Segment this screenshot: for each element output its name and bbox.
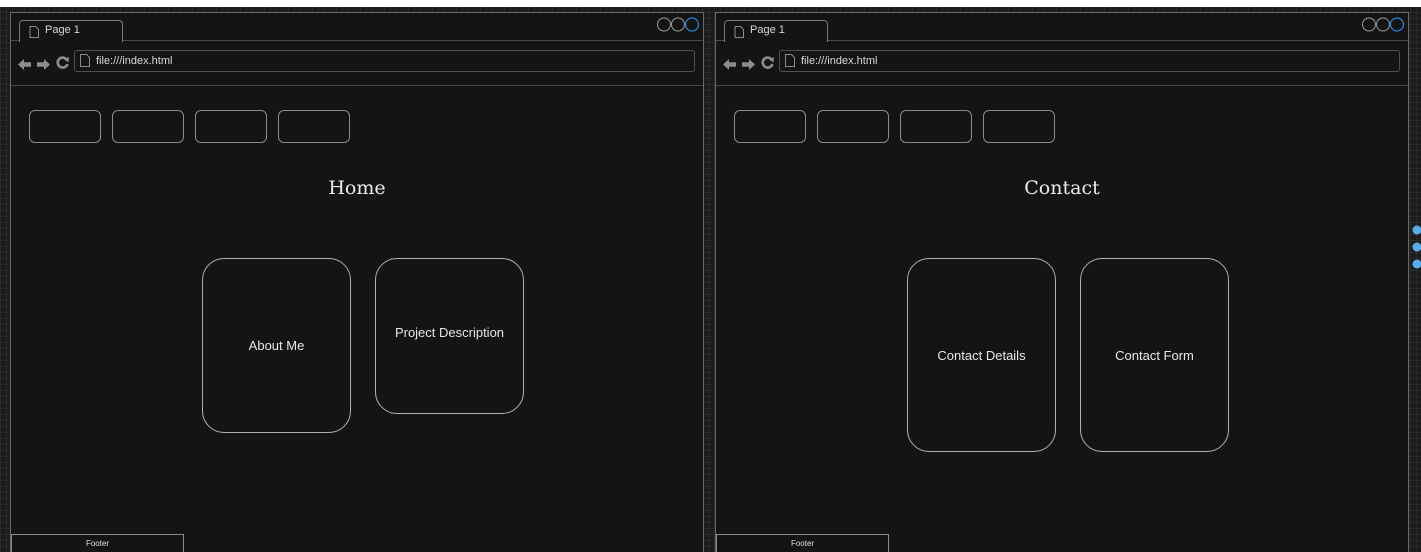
circle-icon — [1376, 17, 1390, 32]
nav-button-4[interactable] — [278, 110, 350, 143]
circle-icon — [1362, 17, 1376, 32]
footer: Footer — [716, 534, 889, 552]
address-bar: file:///index.html — [11, 41, 703, 86]
top-strip — [0, 0, 1421, 7]
page-title: Contact — [1024, 177, 1100, 199]
circle-icon — [671, 17, 685, 32]
back-arrow-icon[interactable] — [723, 57, 737, 75]
file-icon — [785, 54, 795, 70]
tab-label: Page 1 — [750, 24, 785, 36]
circle-icon — [657, 17, 671, 32]
footer: Footer — [11, 534, 184, 552]
circle-icon — [684, 17, 700, 32]
back-arrow-icon[interactable] — [18, 57, 32, 75]
card-label: Contact Details — [937, 347, 1026, 363]
nav-button-1[interactable] — [734, 110, 806, 143]
window-controls — [657, 17, 701, 32]
page-icon — [734, 26, 744, 41]
browser-tab[interactable]: Page 1 — [19, 20, 123, 42]
handle-dot-icon — [1412, 225, 1421, 235]
nav-button-2[interactable] — [817, 110, 889, 143]
tab-bar: Page 1 — [716, 13, 1408, 42]
page-icon — [29, 26, 39, 41]
tab-bar: Page 1 — [11, 13, 703, 42]
url-field[interactable]: file:///index.html — [779, 50, 1400, 72]
card-contact-details[interactable]: Contact Details — [907, 258, 1056, 452]
nav-button-2[interactable] — [112, 110, 184, 143]
file-icon — [80, 54, 90, 70]
window-controls — [1362, 17, 1406, 32]
url-text: file:///index.html — [96, 55, 173, 67]
refresh-icon[interactable] — [56, 56, 69, 74]
nav-button-3[interactable] — [195, 110, 267, 143]
browser-tab[interactable]: Page 1 — [724, 20, 828, 42]
nav-button-3[interactable] — [900, 110, 972, 143]
nav-button-4[interactable] — [983, 110, 1055, 143]
card-label: About Me — [248, 338, 305, 353]
page-title: Home — [328, 177, 386, 199]
handle-dot-icon — [1412, 242, 1421, 252]
resize-handles[interactable] — [1409, 224, 1421, 272]
card-contact-form[interactable]: Contact Form — [1080, 258, 1229, 452]
diagram-canvas: Page 1 file:///index.html Home About Me … — [0, 0, 1421, 552]
tab-label: Page 1 — [45, 24, 80, 36]
url-field[interactable]: file:///index.html — [74, 50, 695, 72]
forward-arrow-icon[interactable] — [741, 57, 755, 75]
nav-button-1[interactable] — [29, 110, 101, 143]
circle-icon — [1389, 17, 1405, 32]
card-project-description[interactable]: Project Description — [375, 258, 524, 414]
card-label: Project Description — [394, 325, 505, 340]
forward-arrow-icon[interactable] — [36, 57, 50, 75]
browser-window-contact: Page 1 file:///index.html Contact Contac… — [715, 12, 1409, 552]
card-about-me[interactable]: About Me — [202, 258, 351, 433]
handle-dot-icon — [1412, 259, 1421, 269]
address-bar: file:///index.html — [716, 41, 1408, 86]
card-label: Contact Form — [1115, 347, 1194, 363]
refresh-icon[interactable] — [761, 56, 774, 74]
url-text: file:///index.html — [801, 55, 878, 67]
browser-window-home: Page 1 file:///index.html Home About Me … — [10, 12, 704, 552]
